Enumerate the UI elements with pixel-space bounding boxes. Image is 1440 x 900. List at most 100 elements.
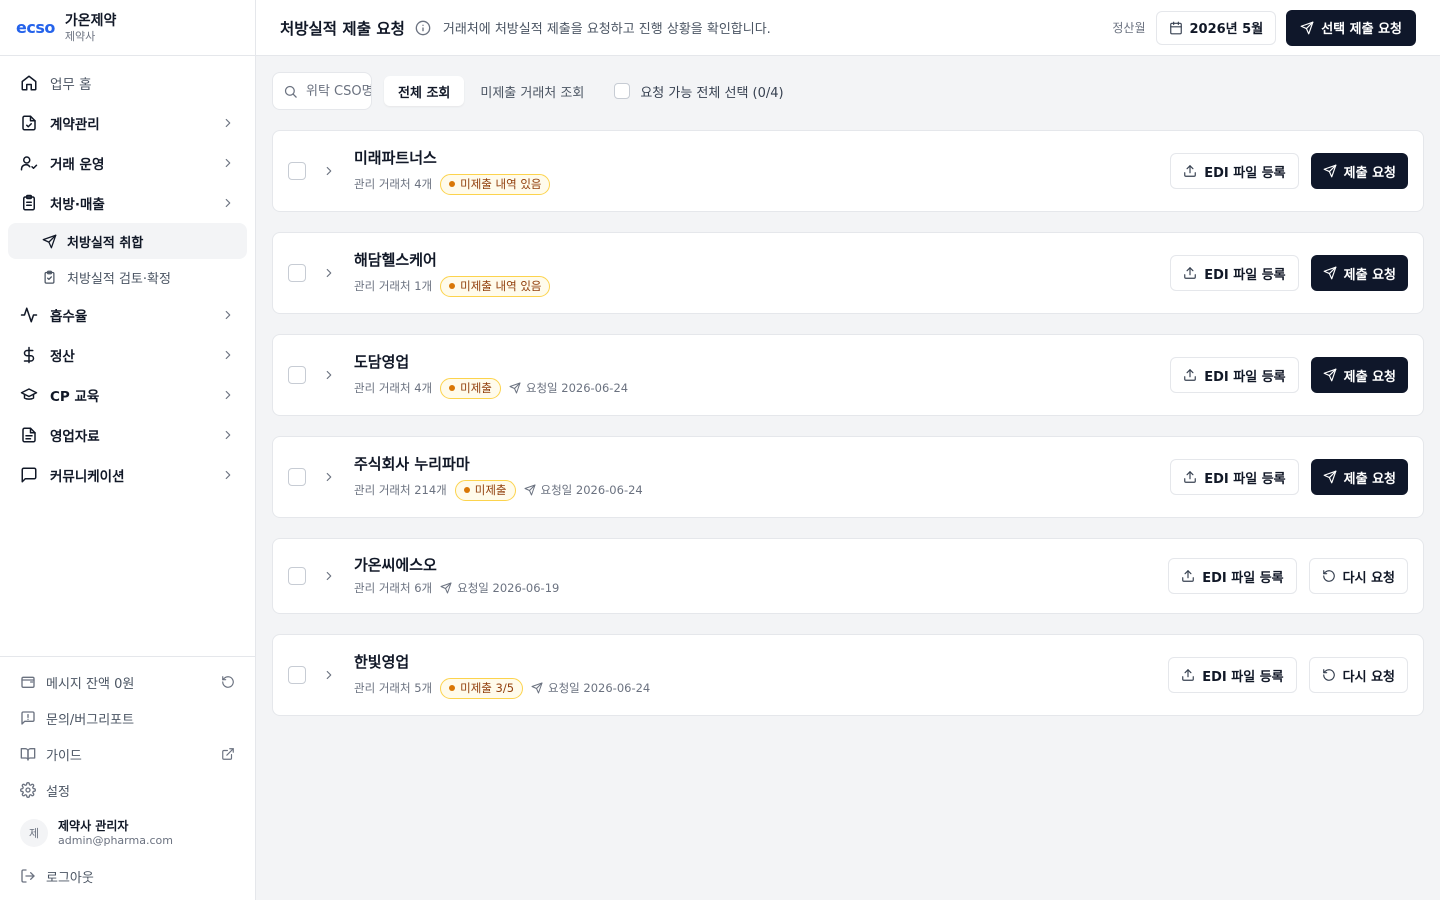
upload-icon: [1182, 669, 1195, 681]
re-request-button[interactable]: 다시 요청: [1308, 558, 1408, 594]
re-request-button[interactable]: 다시 요청: [1308, 657, 1408, 693]
sidebar-item-absorb[interactable]: 흡수율: [0, 295, 255, 335]
cso-card: 미래파트너스 관리 거래처 4개 미제출 내역 있음 EDI 파일 등록 제출 …: [272, 130, 1424, 212]
sidebar-item-trade[interactable]: 거래 운영: [0, 143, 255, 183]
edi-upload-button[interactable]: EDI 파일 등록: [1170, 153, 1299, 189]
send-icon: [1300, 21, 1314, 34]
submit-request-label: 제출 요청: [1343, 471, 1396, 487]
submit-request-button[interactable]: 제출 요청: [1310, 459, 1408, 495]
upload-icon: [1184, 471, 1197, 483]
refresh-icon[interactable]: [221, 675, 235, 689]
cso-name: 한빛영업: [354, 653, 410, 671]
brand: ecso 가온제약 제약사: [0, 0, 255, 56]
status-dot: [463, 487, 470, 493]
edi-upload-label: EDI 파일 등록: [1204, 165, 1286, 181]
sidebar-item-sales[interactable]: 영업자료: [0, 415, 255, 455]
brand-logo[interactable]: ecso: [16, 18, 55, 37]
edi-upload-label: EDI 파일 등록: [1202, 669, 1284, 685]
send-icon: [509, 382, 521, 394]
chevron-right-icon: [326, 670, 332, 680]
edi-upload-button[interactable]: EDI 파일 등록: [1170, 255, 1299, 291]
row-checkbox[interactable]: [288, 666, 306, 684]
request-date: 요청일 2026-06-24: [524, 482, 643, 498]
sidebar-item-comm[interactable]: 커뮤니케이션: [0, 455, 255, 495]
sidebar-item-inquiry[interactable]: 문의/버그리포트: [0, 700, 255, 736]
logout-label: 로그아웃: [46, 870, 94, 886]
sidebar-item-label: 영업자료: [50, 429, 100, 445]
sidebar-item-settle[interactable]: 정산: [0, 335, 255, 375]
sidebar-item-label: 계약관리: [50, 117, 100, 133]
bulk-submit-request-button[interactable]: 선택 제출 요청: [1286, 9, 1416, 46]
expand-toggle[interactable]: [318, 664, 340, 686]
send-icon: [524, 484, 535, 496]
status-badge: 미제출: [454, 479, 516, 501]
status-dot: [449, 283, 456, 289]
edi-upload-button[interactable]: EDI 파일 등록: [1168, 657, 1297, 693]
sidebar-item-label: 처방실적 검토·확정: [67, 271, 171, 287]
message-alert-icon: [21, 711, 35, 725]
balance-text: 메시지 잔액 0원: [46, 676, 135, 692]
main-nav: 업무 홈 계약관리 거래 운영 처방·매출 처방실적 취합 처방실적 검토·확정: [0, 56, 255, 495]
sidebar-item-rx[interactable]: 처방·매출: [0, 183, 255, 223]
cso-name: 도담영업: [354, 353, 410, 371]
edi-upload-label: EDI 파일 등록: [1204, 471, 1286, 487]
managed-count: 관리 거래처 4개: [354, 177, 433, 191]
sidebar-item-label: 설정: [46, 784, 70, 800]
filter-toolbar: 전체 조회 미제출 거래처 조회 요청 가능 전체 선택 (0/4): [272, 72, 1424, 110]
search-input[interactable]: [306, 83, 371, 99]
sidebar-subitem-rx-review[interactable]: 처방실적 검토·확정: [8, 259, 247, 295]
logout-button[interactable]: 로그아웃: [0, 858, 255, 894]
send-icon: [531, 682, 543, 694]
managed-count: 관리 거래처 214개: [354, 483, 447, 497]
sidebar-item-contract[interactable]: 계약관리: [0, 103, 255, 143]
chevron-right-icon: [225, 118, 231, 128]
submit-request-button[interactable]: 제출 요청: [1310, 255, 1408, 291]
expand-toggle[interactable]: [318, 364, 340, 386]
sidebar-item-cp[interactable]: CP 교육: [0, 375, 255, 415]
edi-upload-button[interactable]: EDI 파일 등록: [1168, 558, 1297, 594]
rotate-ccw-icon: [1322, 570, 1335, 582]
file-text-icon: [22, 427, 36, 443]
period-picker[interactable]: 2026년 5월: [1155, 10, 1277, 45]
sidebar: ecso 가온제약 제약사 업무 홈 계약관리 거래 운영 처방·매출 처방실적: [0, 0, 256, 900]
checkbox[interactable]: [614, 83, 631, 99]
expand-toggle[interactable]: [318, 565, 340, 587]
submit-request-button[interactable]: 제출 요청: [1310, 153, 1408, 189]
re-request-label: 다시 요청: [1342, 669, 1395, 685]
edi-upload-button[interactable]: EDI 파일 등록: [1170, 459, 1299, 495]
request-date-text: 요청일 2026-06-24: [540, 483, 643, 497]
cso-card: 주식회사 누리파마 관리 거래처 214개 미제출 요청일 2026-06-24…: [272, 436, 1424, 518]
clipboard-check-icon: [44, 270, 55, 284]
activity-icon: [20, 307, 38, 323]
sidebar-item-settings[interactable]: 설정: [0, 772, 255, 808]
sidebar-item-home[interactable]: 업무 홈: [0, 63, 255, 103]
select-all-checkbox[interactable]: 요청 가능 전체 선택 (0/4): [614, 82, 784, 101]
row-checkbox[interactable]: [288, 468, 306, 486]
info-icon[interactable]: [415, 20, 431, 36]
sidebar-item-guide[interactable]: 가이드: [0, 736, 255, 772]
expand-toggle[interactable]: [318, 262, 340, 284]
expand-toggle[interactable]: [318, 160, 340, 182]
row-checkbox[interactable]: [288, 567, 306, 585]
request-date: 요청일 2026-06-24: [531, 680, 650, 696]
cso-name: 주식회사 누리파마: [354, 455, 470, 473]
submit-request-button[interactable]: 제출 요청: [1310, 357, 1408, 393]
home-icon: [21, 75, 37, 91]
chevron-right-icon: [225, 430, 231, 440]
row-checkbox[interactable]: [288, 162, 306, 180]
status-badge: 미제출: [440, 377, 501, 399]
external-link-icon: [222, 748, 234, 760]
edi-upload-button[interactable]: EDI 파일 등록: [1170, 357, 1299, 393]
tab-unsubmitted[interactable]: 미제출 거래처 조회: [466, 76, 598, 106]
edi-upload-label: EDI 파일 등록: [1204, 267, 1286, 283]
cso-card: 도담영업 관리 거래처 4개 미제출 요청일 2026-06-24 EDI 파일…: [272, 334, 1424, 416]
tab-all[interactable]: 전체 조회: [384, 76, 465, 106]
row-checkbox[interactable]: [288, 264, 306, 282]
sidebar-subitem-rx-collect[interactable]: 처방실적 취합: [8, 223, 247, 259]
send-icon: [1323, 164, 1337, 178]
message-balance: 메시지 잔액 0원: [0, 664, 255, 700]
expand-toggle[interactable]: [318, 466, 340, 488]
row-checkbox[interactable]: [288, 366, 306, 384]
search-box[interactable]: [272, 72, 372, 110]
send-icon: [1323, 266, 1337, 280]
